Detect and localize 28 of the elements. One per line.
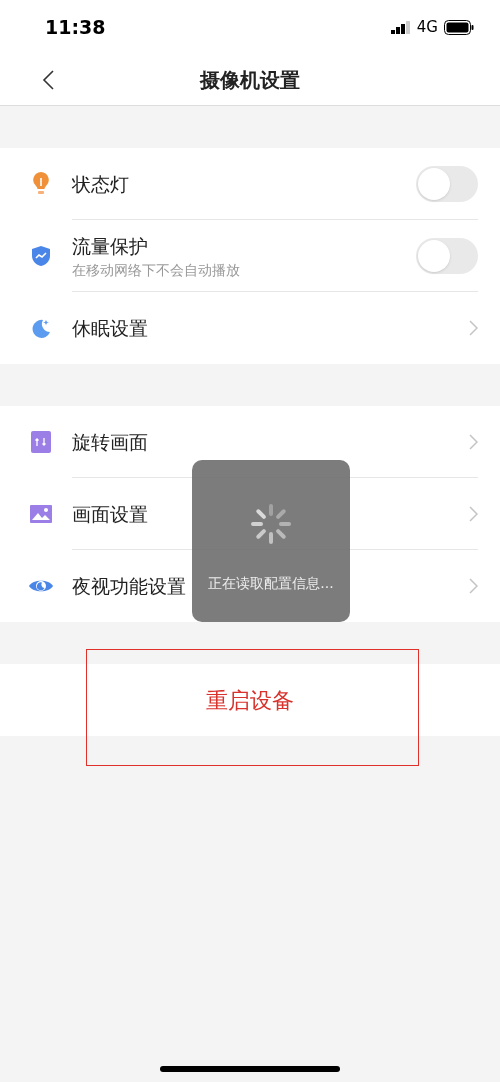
setting-label: 旋转画面	[72, 429, 148, 455]
status-time: 11:38	[45, 15, 106, 41]
moon-icon	[30, 317, 52, 339]
toggle-switch[interactable]	[416, 165, 478, 202]
setting-description: 在移动网络下不会自动播放	[72, 260, 240, 280]
toggle-switch[interactable]	[416, 237, 478, 274]
network-label: 4G	[416, 17, 438, 39]
loading-message: 正在读取配置信息...	[208, 574, 334, 593]
setting-label: 休眠设置	[72, 316, 148, 341]
eye-icon	[28, 578, 54, 594]
lightbulb-icon	[32, 171, 50, 197]
rotate-icon	[31, 431, 51, 453]
battery-icon	[444, 20, 474, 35]
spinner-icon	[249, 502, 293, 546]
image-icon	[30, 505, 52, 523]
chevron-right-icon	[469, 433, 478, 450]
setting-label: 流量保护	[72, 233, 148, 259]
shield-icon	[31, 245, 51, 267]
restart-button[interactable]: 重启设备	[0, 664, 500, 736]
chevron-right-icon	[469, 505, 478, 522]
chevron-left-icon	[42, 70, 54, 90]
signal-icon	[390, 21, 411, 34]
page-title: 摄像机设置	[200, 67, 300, 94]
setting-label: 状态灯	[72, 171, 129, 197]
setting-label: 夜视功能设置	[72, 574, 186, 599]
chevron-right-icon	[469, 320, 478, 336]
chevron-right-icon	[469, 578, 478, 594]
setting-label: 画面设置	[72, 501, 148, 527]
